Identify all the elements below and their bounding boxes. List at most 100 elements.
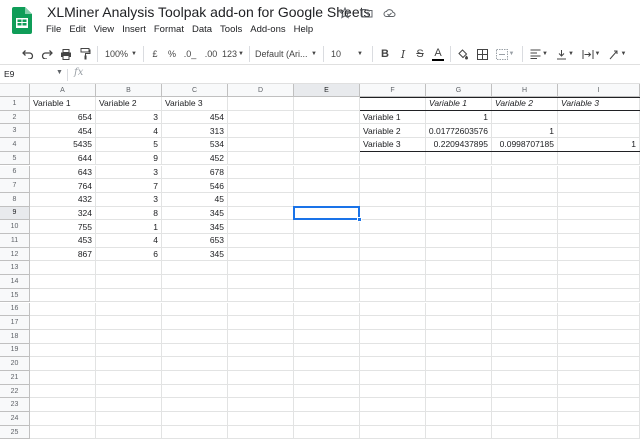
cell-h17[interactable]: [492, 316, 558, 330]
borders-icon[interactable]: [475, 45, 489, 63]
cell-d7[interactable]: [228, 179, 294, 193]
cell-h16[interactable]: [492, 302, 558, 317]
cell-g22[interactable]: [426, 384, 492, 399]
decrease-decimals-button[interactable]: .0_: [182, 45, 198, 63]
menu-format[interactable]: Format: [154, 24, 184, 35]
row-header-15[interactable]: 15: [0, 288, 30, 303]
cell-g13[interactable]: [426, 261, 492, 276]
cell-b1[interactable]: Variable 2: [96, 97, 162, 111]
cell-i11[interactable]: [558, 234, 640, 248]
cell-b6[interactable]: 3: [96, 165, 162, 180]
cell-a11[interactable]: 453: [30, 234, 96, 248]
cell-c16[interactable]: [162, 302, 228, 317]
cell-h3[interactable]: 1: [492, 124, 558, 139]
cell-a14[interactable]: [30, 275, 96, 289]
cell-c10[interactable]: 345: [162, 220, 228, 234]
cell-b4[interactable]: 5: [96, 138, 162, 152]
cell-f17[interactable]: [360, 316, 426, 330]
cell-d16[interactable]: [228, 302, 294, 317]
cell-h6[interactable]: [492, 165, 558, 180]
cell-c25[interactable]: [162, 425, 228, 440]
cell-d10[interactable]: [228, 220, 294, 234]
cell-h22[interactable]: [492, 384, 558, 399]
cell-h10[interactable]: [492, 220, 558, 234]
column-header-g[interactable]: G: [426, 84, 492, 97]
cell-e5[interactable]: [294, 151, 360, 166]
cell-a18[interactable]: [30, 329, 96, 344]
cell-i24[interactable]: [558, 412, 640, 426]
menu-help[interactable]: Help: [294, 24, 314, 35]
cell-f6[interactable]: [360, 165, 426, 180]
cell-a5[interactable]: 644: [30, 151, 96, 166]
cell-d1[interactable]: [228, 97, 294, 111]
cell-b18[interactable]: [96, 329, 162, 344]
cell-c7[interactable]: 546: [162, 179, 228, 193]
cell-a10[interactable]: 755: [30, 220, 96, 234]
column-header-f[interactable]: F: [360, 84, 426, 97]
cell-g20[interactable]: [426, 357, 492, 371]
cell-d2[interactable]: [228, 110, 294, 125]
cell-e3[interactable]: [294, 124, 360, 139]
cell-h24[interactable]: [492, 412, 558, 426]
cell-d25[interactable]: [228, 425, 294, 440]
cell-d24[interactable]: [228, 412, 294, 426]
cell-g14[interactable]: [426, 275, 492, 289]
cell-g18[interactable]: [426, 329, 492, 344]
column-header-d[interactable]: D: [228, 84, 294, 97]
increase-decimals-button[interactable]: .00: [202, 45, 220, 63]
menu-tools[interactable]: Tools: [220, 24, 242, 35]
cell-d6[interactable]: [228, 165, 294, 180]
cell-c23[interactable]: [162, 398, 228, 413]
cell-d5[interactable]: [228, 151, 294, 166]
cell-g6[interactable]: [426, 165, 492, 180]
text-color-button[interactable]: A: [431, 45, 445, 63]
cell-b9[interactable]: 8: [96, 206, 162, 221]
cell-c17[interactable]: [162, 316, 228, 330]
horizontal-align-icon[interactable]: ▼: [528, 45, 550, 63]
cell-e4[interactable]: [294, 138, 360, 152]
fill-handle[interactable]: [357, 217, 362, 223]
cell-g23[interactable]: [426, 398, 492, 413]
cell-f25[interactable]: [360, 425, 426, 440]
star-icon[interactable]: [338, 6, 352, 20]
cell-i13[interactable]: [558, 261, 640, 276]
cell-f2[interactable]: Variable 1: [360, 110, 426, 125]
cell-h12[interactable]: [492, 247, 558, 262]
merge-cells-icon[interactable]: ▼: [494, 45, 516, 63]
italic-button[interactable]: I: [396, 45, 410, 63]
row-header-5[interactable]: 5: [0, 151, 30, 166]
cell-h1[interactable]: Variable 2: [492, 97, 558, 111]
font-size-select[interactable]: 10 ▼: [328, 45, 366, 63]
cell-a20[interactable]: [30, 357, 96, 371]
cell-g9[interactable]: [426, 206, 492, 221]
cell-b19[interactable]: [96, 343, 162, 358]
cell-i21[interactable]: [558, 371, 640, 385]
chevron-down-icon[interactable]: ▼: [56, 69, 63, 76]
cell-h13[interactable]: [492, 261, 558, 276]
cell-i12[interactable]: [558, 247, 640, 262]
cell-i22[interactable]: [558, 384, 640, 399]
cell-f18[interactable]: [360, 329, 426, 344]
column-header-a[interactable]: A: [30, 84, 96, 97]
cell-g4[interactable]: 0.2209437895: [426, 138, 492, 152]
row-header-14[interactable]: 14: [0, 275, 30, 289]
cell-i9[interactable]: [558, 206, 640, 221]
cell-e13[interactable]: [294, 261, 360, 276]
row-header-3[interactable]: 3: [0, 124, 30, 139]
cell-d13[interactable]: [228, 261, 294, 276]
cell-e14[interactable]: [294, 275, 360, 289]
spreadsheet-grid[interactable]: A B C D E F G H I 1 2 3 4 5 6 7 8 9 10 11 12 13 14 15 16 17 18 19 20…: [0, 84, 640, 440]
cell-h20[interactable]: [492, 357, 558, 371]
currency-button[interactable]: £: [149, 45, 161, 63]
move-to-folder-icon[interactable]: [360, 6, 374, 20]
cell-g2[interactable]: 1: [426, 110, 492, 125]
cell-f7[interactable]: [360, 179, 426, 193]
cell-b22[interactable]: [96, 384, 162, 399]
paint-format-icon[interactable]: [77, 45, 93, 63]
cell-g1[interactable]: Variable 1: [426, 97, 492, 111]
cell-i10[interactable]: [558, 220, 640, 234]
cell-b10[interactable]: 1: [96, 220, 162, 234]
menu-edit[interactable]: Edit: [69, 24, 85, 35]
cell-g7[interactable]: [426, 179, 492, 193]
row-header-19[interactable]: 19: [0, 343, 30, 358]
